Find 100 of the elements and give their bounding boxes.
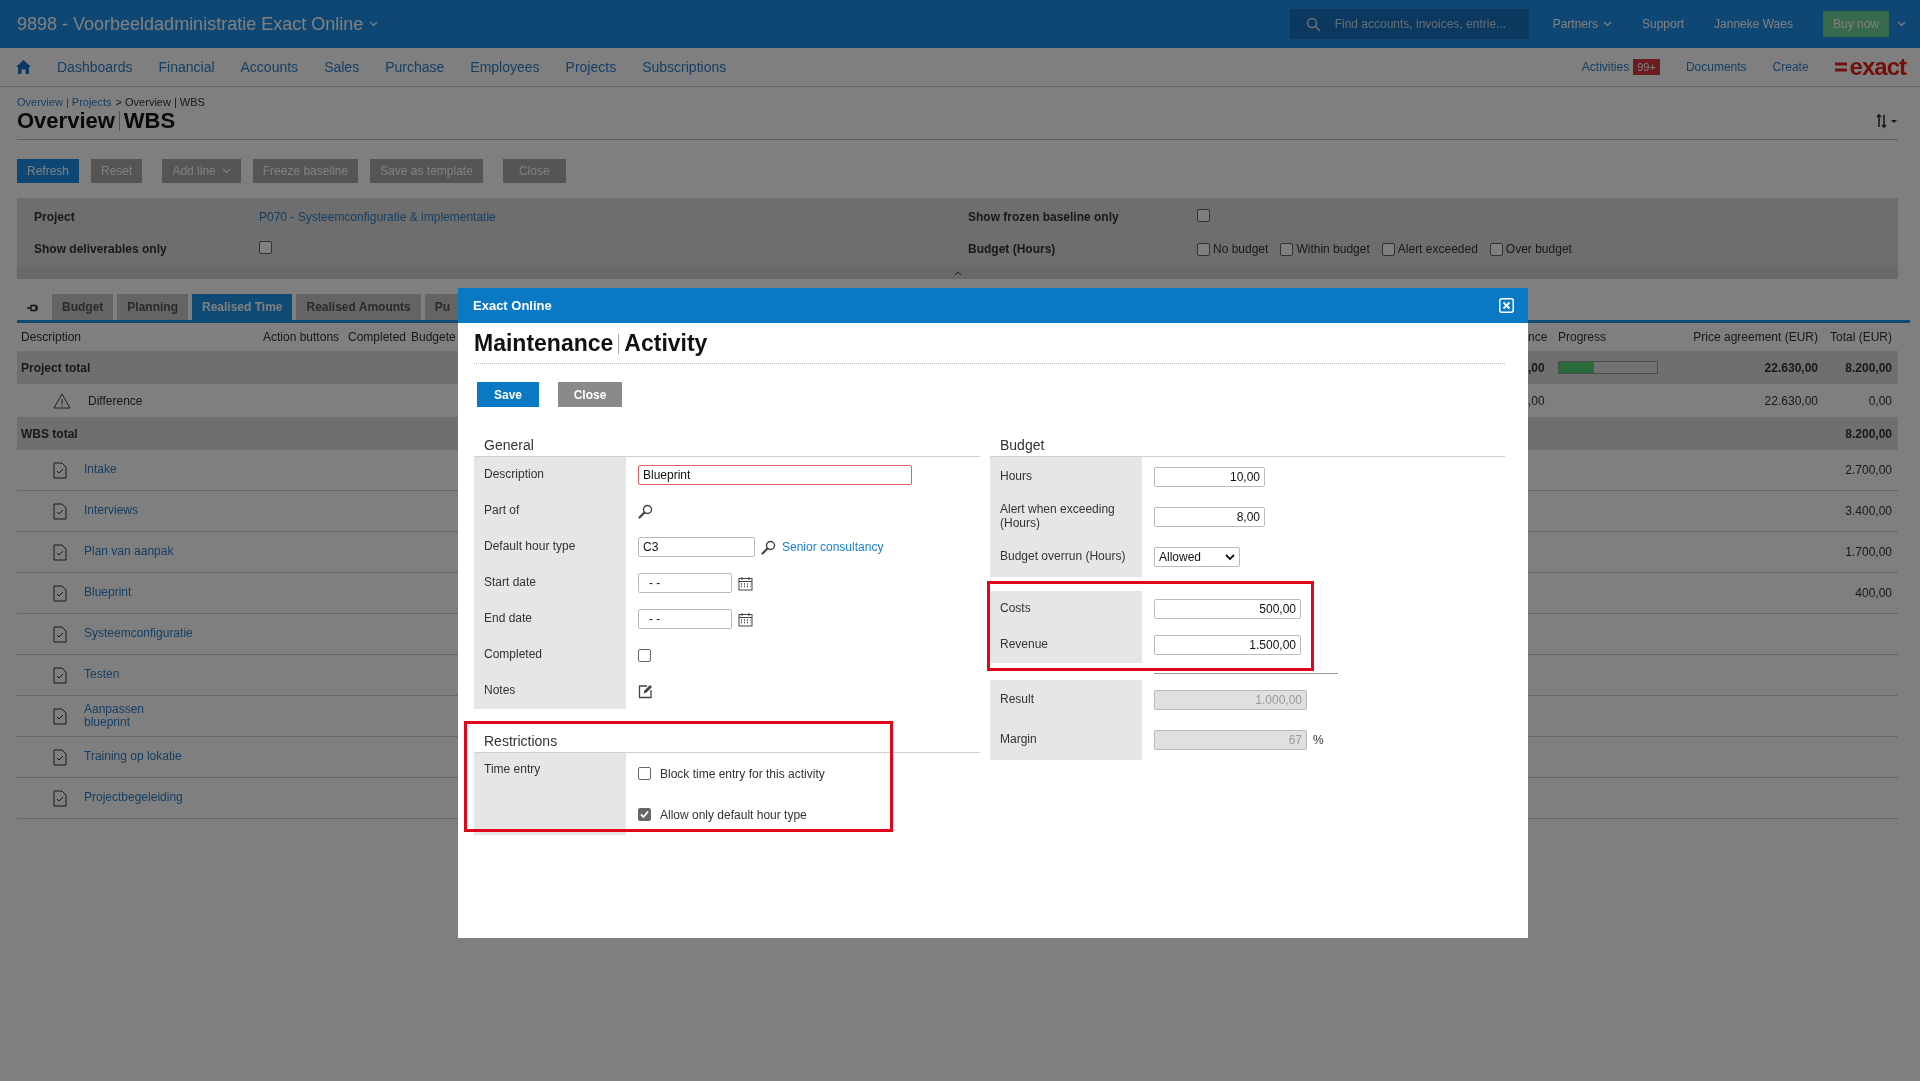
table-cell: 8.200,00: [1845, 426, 1892, 441]
pin-icon[interactable]: [27, 304, 38, 312]
amount-field[interactable]: 500,00: [1154, 599, 1301, 619]
checkbox[interactable]: [638, 808, 651, 821]
activity-link[interactable]: Interviews: [84, 504, 139, 518]
nav-link[interactable]: Activities: [1581, 60, 1630, 74]
table-cell: 1.700,00: [1845, 545, 1892, 559]
nav-item[interactable]: Accounts: [240, 59, 299, 75]
activity-link[interactable]: Blueprint: [84, 586, 132, 600]
checkbox[interactable]: [638, 767, 651, 780]
header-link[interactable]: Janneke Waes: [1714, 17, 1793, 31]
collapse-icon[interactable]: [953, 270, 962, 276]
field-label: Notes: [484, 684, 516, 698]
checkbox[interactable]: [1197, 242, 1210, 256]
nav-item[interactable]: Projects: [565, 59, 617, 75]
calendar-icon[interactable]: [738, 611, 753, 627]
date-field[interactable]: - -: [638, 573, 732, 593]
column-header: nce: [1528, 330, 1548, 344]
nav-item[interactable]: Employees: [470, 59, 540, 75]
nav-item[interactable]: Subscriptions: [642, 59, 727, 75]
tab[interactable]: Pu: [424, 294, 461, 320]
field-label: Alert when exceeding (Hours): [1000, 503, 1116, 531]
activity-link[interactable]: Intake: [84, 463, 117, 477]
field-label: Completed: [484, 648, 543, 662]
breadcrumb-text: > Overview | WBS: [115, 96, 205, 108]
readonly-field: 1.000,00: [1154, 690, 1307, 710]
number-field[interactable]: 10,00: [1154, 467, 1265, 487]
document-check-icon: [53, 502, 67, 520]
checkbox[interactable]: [259, 241, 272, 254]
activity-link[interactable]: Plan van aanpak: [84, 545, 174, 559]
nav-item[interactable]: Sales: [324, 59, 360, 75]
breadcrumb-link[interactable]: Overview | Projects: [17, 96, 112, 108]
activity-link[interactable]: Training op lokatie: [84, 750, 182, 764]
tab[interactable]: Realised Time: [192, 294, 293, 320]
dropdown[interactable]: Allowed: [1154, 547, 1240, 567]
tab[interactable]: Realised Amounts: [296, 294, 421, 320]
nav-item[interactable]: Dashboards: [57, 59, 133, 75]
search-icon[interactable]: [761, 539, 776, 555]
edit-icon[interactable]: [638, 683, 653, 699]
date-field[interactable]: - -: [638, 609, 732, 629]
table-cell: Difference: [88, 393, 143, 408]
table-cell: 0,00: [1868, 393, 1892, 408]
nav-item[interactable]: Purchase: [385, 59, 445, 75]
column-header: Description: [21, 330, 82, 344]
checkbox[interactable]: [1489, 242, 1503, 256]
header-link[interactable]: Partners: [1552, 17, 1612, 31]
table-cell: 22.630,00: [1764, 393, 1818, 408]
column-header: Price agreement (EUR): [1693, 330, 1818, 344]
filter-label: Show frozen baseline only: [968, 210, 1120, 224]
field-label: Budget overrun (Hours): [1000, 550, 1126, 564]
column-header: Action buttons: [263, 330, 340, 344]
checkbox[interactable]: [1280, 242, 1294, 256]
toolbar-button[interactable]: Refresh: [17, 159, 80, 183]
tab[interactable]: Planning: [117, 294, 188, 320]
dialog-button[interactable]: Save: [477, 382, 539, 407]
activity-link[interactable]: Systeemconfiguratie: [84, 627, 193, 641]
warning-icon: [53, 392, 71, 409]
option-label: Alert exceeded: [1397, 242, 1478, 256]
activity-link[interactable]: Testen: [84, 668, 120, 682]
buy-now-button[interactable]: Buy now: [1822, 11, 1889, 37]
dialog-button[interactable]: Close: [558, 382, 622, 407]
caret-icon: [369, 21, 379, 27]
search-field[interactable]: Find accounts, invoices, entrie...: [1289, 9, 1529, 39]
search-icon[interactable]: [638, 503, 653, 519]
company-title[interactable]: 9898 - Voorbeeldadministratie Exact Online: [17, 13, 379, 35]
checkbox[interactable]: [1381, 242, 1395, 256]
link[interactable]: Senior consultancy: [782, 540, 884, 554]
field-label: Time entry: [484, 763, 541, 777]
option-label: Within budget: [1296, 242, 1370, 256]
field-label: Description: [484, 468, 545, 482]
text-field[interactable]: C3: [638, 537, 755, 557]
dialog-title: Exact Online: [473, 298, 552, 313]
close-icon[interactable]: [1499, 298, 1514, 313]
tab[interactable]: Budget: [52, 294, 114, 320]
nav-item[interactable]: Financial: [158, 59, 215, 75]
table-cell: WBS total: [21, 426, 78, 441]
chevron-icon: [1225, 553, 1235, 561]
page-title: Overview: [17, 108, 115, 134]
logo[interactable]: exact: [1834, 53, 1906, 81]
checkbox[interactable]: [1197, 209, 1210, 222]
dialog-heading: Maintenance: [474, 330, 614, 357]
nav-link[interactable]: Create: [1772, 60, 1809, 74]
document-check-icon: [53, 584, 67, 602]
table-cell: 22.630,00: [1764, 360, 1818, 375]
amount-field[interactable]: 1.500,00: [1154, 635, 1301, 655]
project-link[interactable]: P070 - Systeemconfiguratie & implementatie: [259, 210, 496, 224]
header-link[interactable]: Support: [1642, 17, 1685, 31]
calendar-icon[interactable]: [738, 575, 753, 591]
document-check-icon: [53, 625, 67, 643]
text-field[interactable]: Blueprint: [638, 465, 912, 485]
activity-link[interactable]: Projectbegeleiding: [84, 791, 183, 805]
activity-link[interactable]: Aanpassen blueprint: [84, 702, 145, 730]
field-label: Part of: [484, 504, 520, 518]
nav-link[interactable]: Documents: [1685, 60, 1747, 74]
number-field[interactable]: 8,00: [1154, 507, 1265, 527]
home-icon[interactable]: [16, 60, 31, 74]
dialog-heading: Activity: [624, 330, 708, 357]
sort-icon[interactable]: [1876, 113, 1898, 129]
checkbox[interactable]: [638, 648, 651, 662]
field-label: Default hour type: [484, 540, 576, 554]
